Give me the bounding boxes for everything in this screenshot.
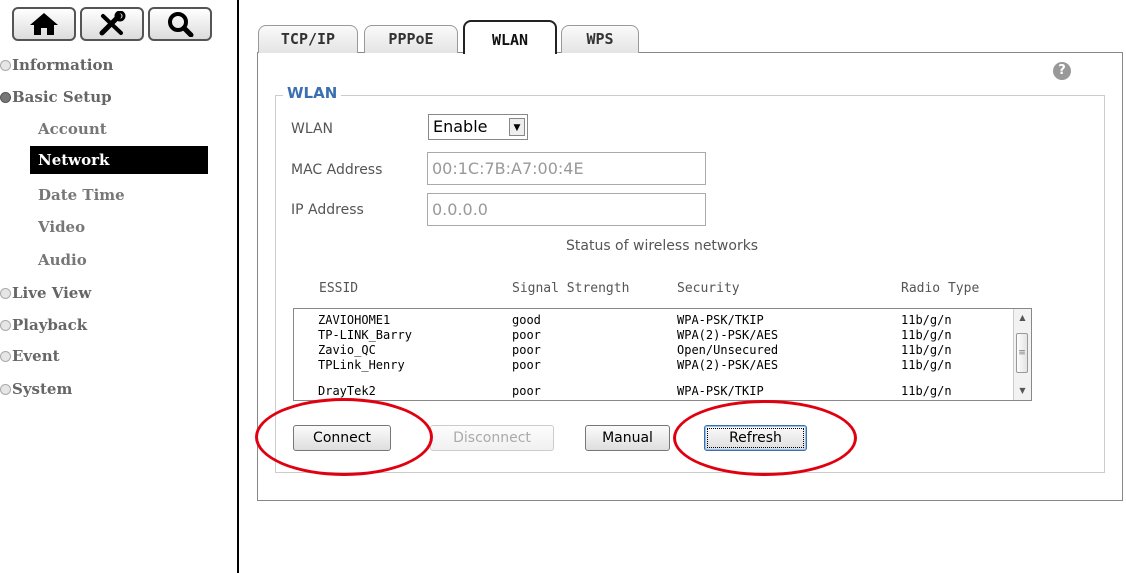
nav-system[interactable]: System xyxy=(0,380,72,398)
nav-event-label: Event xyxy=(12,347,60,365)
nav-date-time[interactable]: Date Time xyxy=(38,186,125,204)
mac-address-field[interactable]: 00:1C:7B:A7:00:4E xyxy=(427,152,706,185)
tab-pppoe[interactable]: PPPoE xyxy=(364,25,458,53)
help-icon[interactable]: ? xyxy=(1053,62,1071,80)
column-signal-strength: Signal Strength xyxy=(512,281,630,296)
setup-button[interactable] xyxy=(80,7,144,41)
nav-live-view[interactable]: Live View xyxy=(0,284,91,302)
search-icon xyxy=(168,12,194,37)
radio-cell: 11b/g/n xyxy=(901,358,952,372)
nav-playback[interactable]: Playback xyxy=(0,316,87,334)
scroll-up-icon[interactable]: ▲ xyxy=(1014,311,1031,325)
nav-basic-setup[interactable]: Basic Setup xyxy=(0,88,112,106)
nav-video[interactable]: Video xyxy=(38,218,85,236)
sidebar-divider xyxy=(237,0,239,573)
scroll-thumb[interactable]: ≡ xyxy=(1016,333,1028,373)
nav-information-label: Information xyxy=(12,56,114,74)
column-radio-type: Radio Type xyxy=(901,281,980,296)
manual-button[interactable]: Manual xyxy=(585,425,670,451)
nav-system-label: System xyxy=(12,380,73,398)
radio-cell: 11b/g/n xyxy=(901,313,952,327)
column-security: Security xyxy=(677,281,740,296)
security-cell: WPA(2)-PSK/AES xyxy=(677,328,779,342)
column-essid: ESSID xyxy=(319,281,359,296)
radio-cell: 11b/g/n xyxy=(901,384,952,398)
nav-basic-setup-label: Basic Setup xyxy=(12,88,112,106)
ip-address-field[interactable]: 0.0.0.0 xyxy=(427,193,706,226)
home-button[interactable] xyxy=(12,7,76,41)
essid-cell: Zavio_QC xyxy=(318,343,376,357)
nav-event[interactable]: Event xyxy=(0,347,60,365)
wireless-network-list[interactable]: ZAVIOHOME1 good WPA-PSK/TKIP 11b/g/n TP-… xyxy=(293,308,1032,401)
collapsed-bullet-icon xyxy=(0,320,11,331)
nav-information[interactable]: Information xyxy=(0,56,113,74)
tab-tcpip[interactable]: TCP/IP xyxy=(258,25,358,53)
signal-cell: poor xyxy=(512,384,541,398)
scroll-down-icon[interactable]: ▼ xyxy=(1014,384,1031,398)
collapsed-bullet-icon xyxy=(0,351,11,362)
chevron-down-icon[interactable]: ▼ xyxy=(509,118,525,136)
radio-cell: 11b/g/n xyxy=(901,343,952,357)
signal-cell: poor xyxy=(512,358,541,372)
essid-cell: TPLink_Henry xyxy=(318,358,405,372)
tab-wps[interactable]: WPS xyxy=(561,25,639,53)
signal-cell: poor xyxy=(512,328,541,342)
nav-live-view-label: Live View xyxy=(12,284,92,302)
nav-network[interactable]: Network xyxy=(30,146,208,174)
security-cell: WPA-PSK/TKIP xyxy=(677,313,764,327)
collapsed-bullet-icon xyxy=(0,288,11,299)
nav-playback-label: Playback xyxy=(12,316,88,334)
refresh-highlight-ellipse xyxy=(673,400,857,476)
expanded-bullet-icon xyxy=(0,92,11,103)
nav-audio[interactable]: Audio xyxy=(38,251,87,269)
home-icon xyxy=(30,13,58,35)
collapsed-bullet-icon xyxy=(0,60,11,71)
nav-account[interactable]: Account xyxy=(38,120,107,138)
essid-cell: TP-LINK_Barry xyxy=(318,328,412,342)
wlan-label: WLAN xyxy=(291,121,334,137)
signal-cell: good xyxy=(512,313,541,327)
wlan-enable-select[interactable]: Enable ▼ xyxy=(428,114,528,140)
wlan-select-value: Enable xyxy=(433,117,488,136)
search-button[interactable] xyxy=(148,7,212,41)
signal-cell: poor xyxy=(512,343,541,357)
ip-address-label: IP Address xyxy=(291,202,364,218)
essid-cell: ZAVIOHOME1 xyxy=(318,313,391,327)
radio-cell: 11b/g/n xyxy=(901,328,952,342)
connect-highlight-ellipse xyxy=(255,398,433,476)
wlan-legend: WLAN xyxy=(283,84,342,102)
disconnect-button[interactable]: Disconnect xyxy=(430,425,554,451)
tools-icon xyxy=(99,11,126,36)
security-cell: WPA(2)-PSK/AES xyxy=(677,358,779,372)
essid-cell: DrayTek2 xyxy=(318,384,376,398)
security-cell: Open/Unsecured xyxy=(677,343,779,357)
list-scrollbar[interactable]: ▲ ≡ ▼ xyxy=(1013,309,1031,400)
wireless-status-title: Status of wireless networks xyxy=(566,238,759,254)
mac-address-label: MAC Address xyxy=(291,162,383,178)
collapsed-bullet-icon xyxy=(0,384,11,395)
tab-wlan[interactable]: WLAN xyxy=(463,20,557,54)
security-cell: WPA-PSK/TKIP xyxy=(677,384,764,398)
